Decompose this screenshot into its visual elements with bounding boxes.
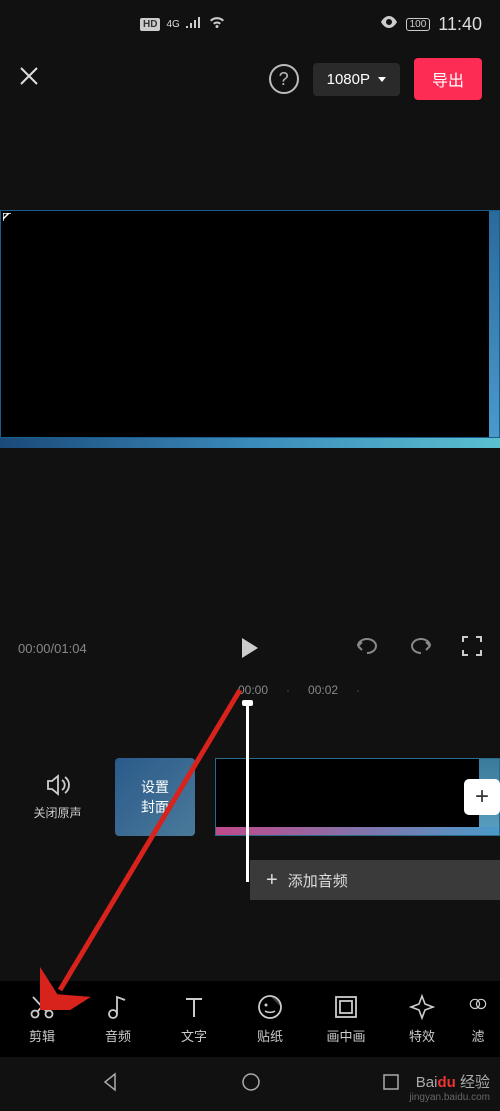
back-button[interactable]	[99, 1071, 121, 1098]
tool-label: 滤	[471, 1026, 484, 1045]
ruler-dot: ·	[268, 683, 308, 697]
add-audio-button[interactable]: + 添加音频	[250, 860, 500, 900]
bottom-toolbar: 剪辑 音频 文字 贴纸 画中画 特效 滤	[0, 981, 500, 1057]
playback-controls: 00:00/01:04	[0, 618, 500, 678]
status-time: 11:40	[438, 14, 482, 35]
status-right: 100 11:40	[380, 14, 482, 35]
chevron-down-icon	[378, 77, 386, 82]
play-button[interactable]	[242, 638, 258, 658]
video-preview[interactable]	[0, 210, 500, 438]
set-cover-button[interactable]: 设置 封面	[115, 758, 195, 836]
tool-filter[interactable]: 滤	[464, 994, 492, 1045]
pip-icon	[333, 994, 359, 1020]
tool-label: 画中画	[326, 1026, 365, 1045]
export-button[interactable]: 导出	[414, 58, 482, 100]
tool-pip[interactable]: 画中画	[312, 994, 380, 1045]
resolution-selector[interactable]: 1080P	[313, 63, 400, 96]
tool-audio[interactable]: 音频	[84, 994, 152, 1045]
resolution-label: 1080P	[327, 71, 370, 88]
text-icon	[182, 994, 206, 1020]
tool-label: 音频	[105, 1026, 131, 1045]
scissors-icon	[29, 994, 55, 1020]
filter-icon	[468, 994, 488, 1020]
ruler-dot: ·	[338, 683, 378, 697]
sticker-icon	[257, 994, 283, 1020]
redo-button[interactable]	[408, 636, 434, 661]
battery-icon: 100	[406, 18, 431, 31]
time-display: 00:00/01:04	[18, 641, 87, 656]
watermark: Baidu 经验 jingyan.baidu.com	[409, 1071, 490, 1103]
hd-icon: HD	[140, 18, 160, 31]
ruler-mark: 00:00	[238, 683, 268, 697]
tool-label: 贴纸	[257, 1026, 283, 1045]
mute-original-button[interactable]: 关闭原声	[0, 774, 115, 821]
tool-sticker[interactable]: 贴纸	[236, 994, 304, 1045]
status-bar: HD 4G 100 11:40	[0, 0, 500, 48]
timeline[interactable]: 关闭原声 设置 封面 +	[0, 742, 500, 852]
wifi-icon	[208, 15, 226, 33]
tool-label: 文字	[181, 1026, 207, 1045]
network-icon: 4G	[166, 19, 179, 30]
add-audio-label: 添加音频	[288, 870, 348, 891]
preview-edge	[489, 211, 499, 437]
tool-label: 剪辑	[29, 1026, 55, 1045]
crop-handle-icon[interactable]	[3, 213, 17, 227]
playhead[interactable]	[246, 702, 249, 882]
tool-edit[interactable]: 剪辑	[8, 994, 76, 1045]
home-button[interactable]	[240, 1071, 262, 1098]
status-left: HD 4G	[140, 15, 226, 33]
video-clip[interactable]	[215, 758, 500, 836]
recent-button[interactable]	[381, 1072, 401, 1097]
sparkle-icon	[409, 994, 435, 1020]
cover-label-2: 封面	[141, 797, 169, 817]
top-bar: ? 1080P 导出	[0, 48, 500, 110]
tool-text[interactable]: 文字	[160, 994, 228, 1045]
add-clip-button[interactable]: +	[464, 779, 500, 815]
plus-icon: +	[266, 869, 278, 892]
undo-button[interactable]	[354, 636, 380, 661]
eye-icon	[380, 15, 398, 33]
fullscreen-button[interactable]	[462, 636, 482, 661]
ruler-mark: 00:02	[308, 683, 338, 697]
timeline-ruler: 00:00 · 00:02 ·	[0, 678, 500, 702]
close-button[interactable]	[18, 65, 40, 94]
mute-label: 关闭原声	[33, 804, 81, 821]
music-note-icon	[106, 994, 130, 1020]
tool-label: 特效	[409, 1026, 435, 1045]
help-button[interactable]: ?	[269, 64, 299, 94]
cover-label-1: 设置	[141, 777, 169, 797]
preview-edge-bottom	[0, 438, 500, 448]
tool-effect[interactable]: 特效	[388, 994, 456, 1045]
signal-icon	[186, 15, 202, 33]
